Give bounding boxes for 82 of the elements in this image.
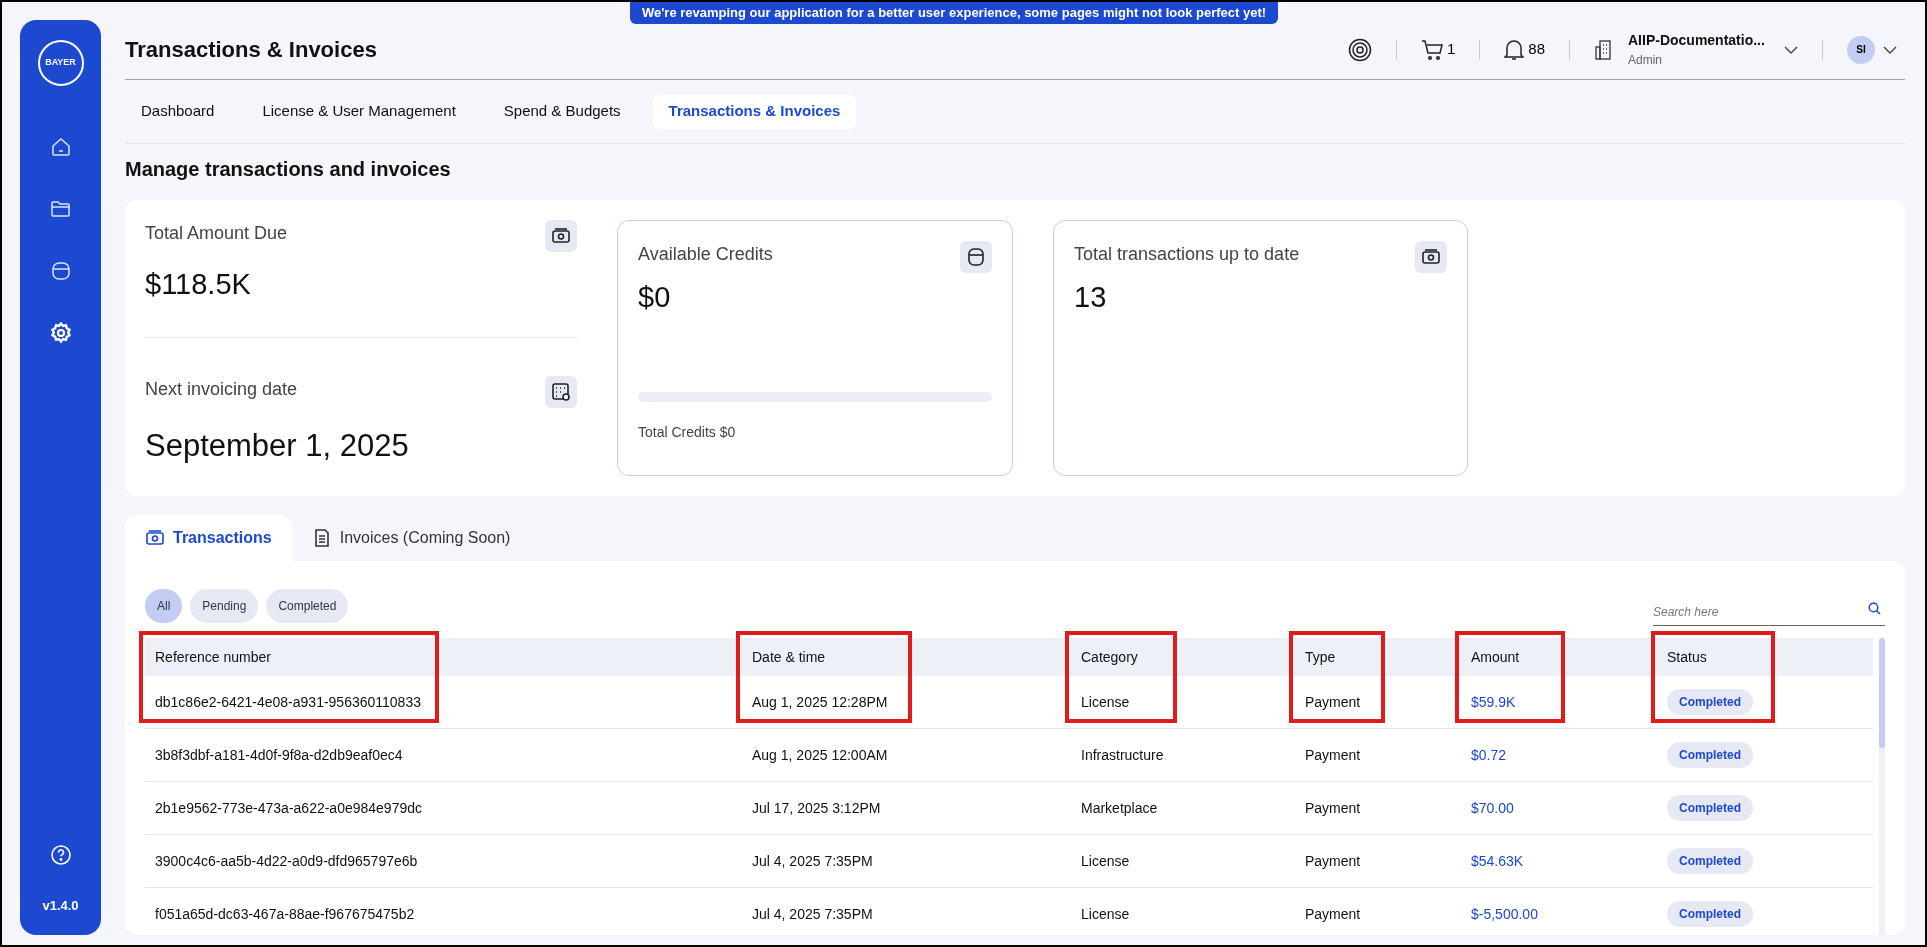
amount-due-value: $118.5K — [145, 267, 252, 302]
status-badge: Completed — [1667, 795, 1753, 821]
table-cell: License — [1081, 694, 1130, 710]
card-label: Total Amount Due — [145, 222, 289, 245]
folder-icon[interactable] — [49, 198, 72, 220]
table-cell: Jul 4, 2025 7:35PM — [752, 853, 873, 869]
bag-icon — [966, 247, 986, 267]
user-avatar[interactable]: SI — [1847, 35, 1875, 64]
column-header[interactable]: Type — [1305, 649, 1336, 665]
table-cell: Aug 1, 2025 12:00AM — [752, 747, 888, 763]
status-badge: Completed — [1667, 689, 1753, 715]
support-icon[interactable] — [1347, 37, 1372, 62]
table-cell: Payment — [1305, 853, 1361, 869]
column-header[interactable]: Category — [1081, 649, 1138, 665]
table-cell: Marketplace — [1081, 800, 1158, 816]
table-cell: $59.9K — [1471, 694, 1516, 710]
transactions-count: 13 — [1074, 280, 1108, 315]
chevron-down-icon[interactable] — [1784, 45, 1798, 54]
table-cell: f051a65d-dc63-467a-88ae-f967675475b2 — [155, 906, 415, 922]
table-cell: 3900c4c6-aa5b-4d22-a0d9-dfd965797e6b — [155, 853, 418, 869]
column-header[interactable]: Date & time — [752, 649, 826, 665]
table-cell: Payment — [1305, 747, 1361, 763]
chevron-down-icon[interactable] — [1883, 45, 1897, 54]
version-label: v1.4.0 — [42, 896, 79, 915]
filter-chip[interactable]: All — [145, 588, 183, 623]
credits-total: Total Credits $0 — [638, 423, 737, 442]
card-label: Next invoicing date — [145, 377, 299, 401]
gear-icon[interactable] — [49, 322, 72, 344]
table-cell: Jul 17, 2025 3:12PM — [752, 800, 881, 816]
nav-tab[interactable]: Spend & Budgets — [487, 94, 637, 129]
table-cell: $70.00 — [1471, 800, 1514, 816]
table-cell: Aug 1, 2025 12:28PM — [752, 694, 888, 710]
content-tab[interactable]: Transactions — [125, 515, 292, 561]
nav-tab[interactable]: Dashboard — [125, 94, 231, 129]
table-cell: db1c86e2-6421-4e08-a931-956360110833 — [155, 694, 421, 710]
search-field[interactable]: Search here — [1653, 603, 1885, 626]
section-title: Manage transactions and invoices — [125, 157, 452, 182]
status-badge: Completed — [1667, 848, 1753, 874]
card-label: Available Credits — [638, 243, 774, 266]
column-header[interactable]: Amount — [1471, 649, 1520, 665]
credits-value: $0 — [638, 280, 672, 315]
content-tab[interactable]: Invoices (Coming Soon) — [291, 515, 531, 561]
table-cell: Payment — [1305, 800, 1361, 816]
column-header[interactable]: Status — [1667, 649, 1707, 665]
cart-count: 1 — [1446, 39, 1456, 60]
table-cell: License — [1081, 906, 1130, 922]
table-cell: $54.63K — [1471, 853, 1524, 869]
table-cell: Infrastructure — [1081, 747, 1164, 763]
table-cell: Payment — [1305, 694, 1361, 710]
help-icon[interactable] — [49, 843, 72, 866]
card-label: Total transactions up to date — [1074, 243, 1301, 266]
announcement-banner: We're revamping our application for a better user experience, some pages might not look perfect yet! — [630, 2, 1279, 24]
logo: BAYER — [37, 40, 84, 86]
scrollbar[interactable] — [1879, 638, 1885, 935]
cart-icon[interactable] — [1420, 38, 1445, 61]
table-cell: Jul 4, 2025 7:35PM — [752, 906, 873, 922]
filter-chip[interactable]: Completed — [266, 588, 349, 623]
money-icon — [1421, 247, 1441, 267]
table-cell: Payment — [1305, 906, 1361, 922]
calendar-icon — [551, 381, 571, 402]
table-cell: License — [1081, 853, 1130, 869]
nav-tab[interactable]: License & User Management — [246, 94, 472, 129]
table-cell: 3b8f3dbf-a181-4d0f-9f8a-d2db9eaf0ec4 — [155, 747, 403, 763]
money-icon — [551, 226, 571, 246]
organization-name[interactable]: AIIP-Documentatio... — [1628, 30, 1768, 51]
invoicing-date-value: September 1, 2025 — [145, 426, 410, 465]
filter-chip[interactable]: Pending — [190, 588, 259, 623]
bell-icon[interactable] — [1504, 38, 1525, 61]
bag-icon[interactable] — [49, 260, 72, 282]
home-icon[interactable] — [49, 136, 72, 158]
table-cell: 2b1e9562-773e-473a-a622-a0e984e979dc — [155, 800, 423, 816]
money-icon — [145, 528, 165, 548]
organization-role: Admin — [1628, 52, 1663, 69]
table-cell: $0.72 — [1471, 747, 1507, 763]
notification-count: 88 — [1528, 39, 1545, 60]
search-icon — [1868, 602, 1881, 615]
status-badge: Completed — [1667, 901, 1753, 927]
column-header[interactable]: Reference number — [155, 649, 271, 665]
page-title: Transactions & Invoices — [125, 36, 377, 64]
table-cell: $-5,500.00 — [1471, 906, 1538, 922]
status-badge: Completed — [1667, 742, 1753, 768]
nav-tab[interactable]: Transactions & Invoices — [652, 94, 857, 129]
